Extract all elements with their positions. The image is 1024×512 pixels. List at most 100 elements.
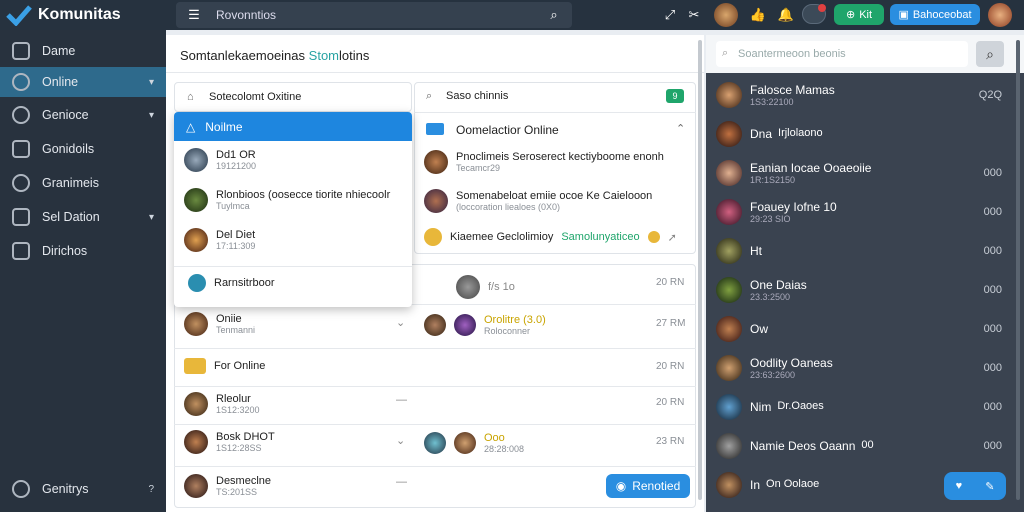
search-button[interactable]: ⌕ [976,41,1004,67]
contact-status-icon[interactable]: 000 [984,167,1002,179]
chevron-down-icon: ▾ [148,109,154,121]
tools-icon[interactable]: ✂ [686,7,702,23]
sidebar-item-sel-dation[interactable]: Sel Dation ▾ [0,202,166,232]
avatar [456,275,480,299]
menu-icon[interactable]: ☰ [186,7,202,23]
list-item[interactable]: Desmeclne TS:201SS [184,474,271,498]
contact-status-icon[interactable]: 000 [984,323,1002,335]
dropdown-header-label: Noilme [205,119,243,134]
sidebar-item-dame[interactable]: Dame [0,36,166,66]
contacts-scrollbar[interactable] [1016,40,1020,500]
list-item[interactable]: f/s 1o [456,275,515,299]
contact-status-icon[interactable]: 000 [984,440,1002,452]
app-logo[interactable]: Komunitas [6,4,121,26]
dropdown-item[interactable]: Dd1 OR 19121200 [184,148,256,172]
contact-status-icon[interactable]: 000 [984,362,1002,374]
contact-status-icon[interactable]: 000 [984,245,1002,257]
avatar [184,228,208,252]
contact-name: Namie Deos Oaann [750,439,856,453]
sidebar-item-gonidoils[interactable]: Gonidoils [0,134,166,164]
contact-item[interactable]: Ow 000 [716,312,1006,346]
collapse-icon[interactable]: ⌃ [676,122,685,135]
kit-button[interactable]: ⊕ Kit [834,4,884,25]
list-item[interactable]: Oniie Tenmanni [184,312,255,336]
heart-icon[interactable]: ♥ [956,480,963,492]
contact-status-icon[interactable]: Q2Q [979,89,1002,101]
dropdown-item[interactable]: Del Diet 17:11:309 [184,228,255,252]
renotied-button[interactable]: ◉ Renotied [606,474,690,498]
avatar [716,394,742,420]
user-avatar[interactable] [714,3,738,27]
list-item[interactable]: Kiaemee Geclolimioy Samolunyaticeo ➚ [424,228,690,246]
avatar [716,277,742,303]
sidebar-item-genitrys[interactable]: Genitrys? [0,474,166,504]
avatar [424,150,448,174]
main-scrollbar[interactable] [698,40,702,500]
contact-name: Ht [750,244,762,258]
sidebar-item-dirichos[interactable]: Dirichos [0,236,166,266]
list-item[interactable]: Rleolur 1S12:3200 [184,392,260,416]
filter-online[interactable]: ⌂ Sotecolomt Oxitine [174,82,412,112]
bahoceobat-button[interactable]: ▣ Bahoceobat [890,4,980,25]
sidebar-item-online[interactable]: Online ▾ [0,67,166,97]
item-title: Pnoclimeis Seroserect kectiyboome enonh [456,151,664,163]
hand-icon [184,358,206,374]
sidebar-item-genioce[interactable]: Genioce ▾ [0,100,166,130]
settings-icon [12,106,30,124]
contact-status-icon[interactable]: 000 [984,401,1002,413]
item-time: 20 RN [656,397,685,408]
contact-status-icon[interactable]: 000 [984,284,1002,296]
list-item-mid[interactable]: Ooo 28:28:008 [424,432,524,454]
list-item[interactable]: For Online [184,358,265,374]
like-icon[interactable]: 👍 [750,7,766,23]
chevron-down-icon[interactable]: ⌄ [396,316,405,329]
contact-sub: 23:63:2600 [750,370,796,380]
contact-item[interactable]: Namie Deos Oaann 00 000 [716,429,1006,463]
page-title: Somtanlekaemoeinas Stomlotins [180,48,369,63]
list-item[interactable]: Bosk DHOT 1S12:28SS [184,430,275,454]
global-search-input[interactable]: ☰ Rovonntios ⌕ [176,2,572,28]
list-item[interactable]: Pnoclimeis Seroserect kectiyboome enonh T… [424,150,690,174]
count-badge: 9 [666,89,684,103]
list-item[interactable]: Somenabeloat emiie ocoe Ke Caielooon (loc… [424,189,690,213]
dropdown-item[interactable]: Rarnsitrboor [188,274,275,292]
profile-avatar[interactable] [988,3,1012,27]
contact-status-icon[interactable]: 000 [984,206,1002,218]
chevron-down-icon[interactable]: ⌄ [396,434,405,447]
sidebar-item-granimeis[interactable]: Granimeis [0,168,166,198]
fullscreen-icon[interactable]: ⤢ [662,7,678,23]
contact-name: Ow [750,322,768,336]
avatar [184,148,208,172]
contact-item[interactable]: Foauey Iofne 10 29:23 SIO 000 [716,195,1006,229]
contact-item[interactable]: Falosce Mamas 1S3:22100 Q2Q [716,78,1006,112]
search-icon[interactable]: ⌕ [546,7,562,23]
contacts-search-input[interactable]: Soantermeoon beonis [716,41,968,67]
sidebar-item-label: Genioce [42,108,89,122]
edit-icon[interactable]: ✎ [985,480,994,493]
contact-item[interactable]: Nim Dr.Oaoes 000 [716,390,1006,424]
panel-header: Oomelactior Online [456,123,559,137]
contact-extra: 00 [861,439,874,451]
panel-search-label[interactable]: Saso chinnis [446,90,508,102]
contact-item[interactable]: Ht 000 [716,234,1006,268]
item-name: Bosk DHOT [216,431,275,443]
contact-name: Eanian Iocae Ooaeoiie [750,161,872,175]
contact-item[interactable]: Oodlity Oaneas 23:63:2600 000 [716,351,1006,385]
sidebar-item-label: Sel Dation [42,210,100,224]
list-item-mid[interactable]: Orolitre (3.0) Roloconner [424,314,546,336]
notification-icon[interactable]: 🔔 [778,7,794,23]
contact-item[interactable]: Eanian Iocae Ooaeoiie 1R:1S2150 000 [716,156,1006,190]
contact-text: Ht [750,244,762,258]
dash-icon: — [396,476,407,488]
contact-item[interactable]: One Daias 23.3:2500 000 [716,273,1006,307]
share-icon[interactable]: ➚ [668,231,677,244]
contact-name: In [750,478,761,492]
chat-icon [426,123,444,135]
contact-item[interactable]: Dna Irjlolaono [716,117,1006,151]
avatar [716,82,742,108]
search-icon: ⌕ [426,90,433,102]
contact-text: Nim Dr.Oaoes [750,400,824,414]
item-sub: Tenmanni [216,325,256,335]
dropdown-header[interactable]: △ Noilme [174,112,412,141]
dropdown-item[interactable]: Rlonbioos (oosecce tiorite nhiecoolr Tuyl… [184,188,390,212]
